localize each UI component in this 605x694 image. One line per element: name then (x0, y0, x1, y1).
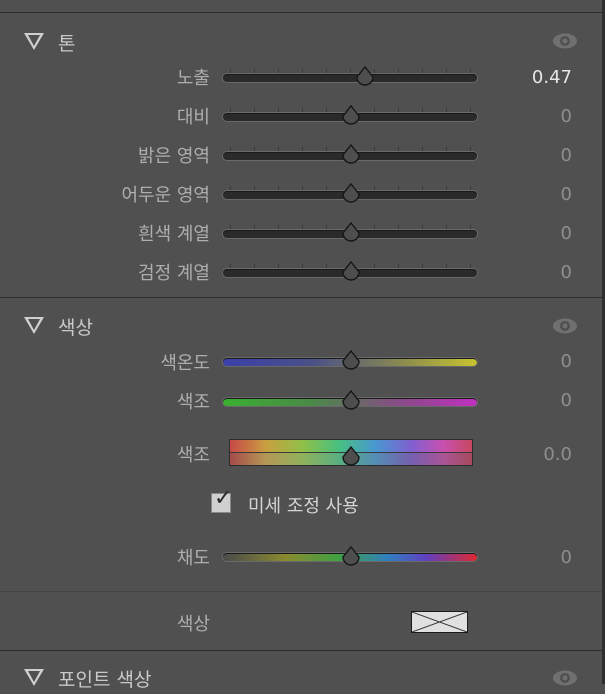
eye-icon[interactable] (552, 32, 578, 50)
slider-value[interactable]: 0.0 (492, 444, 572, 465)
slider-value[interactable]: 0 (492, 106, 572, 127)
slider-thumb-icon[interactable] (341, 350, 361, 372)
slider-value[interactable]: 0 (492, 145, 572, 166)
slider-label: 채도 (176, 548, 210, 569)
section-header-tone[interactable]: 톤 (0, 24, 602, 58)
slider-thumb-icon[interactable] (341, 105, 361, 127)
slider-value[interactable]: 0 (492, 390, 572, 411)
divider (0, 591, 602, 592)
triangle-down-icon[interactable] (24, 317, 44, 334)
eye-icon[interactable] (552, 669, 578, 687)
fine-adjust-label[interactable]: 미세 조정 사용 (248, 492, 359, 518)
divider (0, 297, 602, 298)
slider-label: 색조 (176, 392, 210, 413)
section-title-tone: 톤 (58, 33, 76, 55)
divider (0, 650, 602, 651)
section-header-point-color[interactable]: 포인트 색상 (0, 660, 602, 694)
slider-thumb-icon[interactable] (341, 144, 361, 166)
slider-value[interactable]: 0.47 (492, 67, 572, 88)
slider-label: 밝은 영역 (138, 146, 210, 167)
slider-value[interactable]: 0 (492, 351, 572, 372)
slider-track[interactable] (223, 74, 477, 82)
slider-label: 노출 (176, 68, 210, 89)
slider-thumb-icon[interactable] (341, 183, 361, 205)
slider-label: 검정 계열 (138, 263, 210, 284)
slider-label: 색조 (176, 445, 210, 466)
swatch-label: 색상 (176, 614, 210, 635)
slider-thumb-icon[interactable] (341, 390, 361, 412)
slider-label: 색온도 (160, 353, 210, 374)
slider-value[interactable]: 0 (492, 223, 572, 244)
slider-label: 흰색 계열 (138, 224, 210, 245)
develop-panel: 톤 노출 0.47 대비 0 밝은 영역 0 어두운 영역 0 흰색 계열 0 … (0, 0, 602, 691)
color-swatch[interactable] (411, 611, 468, 633)
section-header-color[interactable]: 색상 (0, 308, 602, 342)
slider-thumb-icon[interactable] (341, 546, 361, 568)
eye-icon[interactable] (552, 317, 578, 335)
fine-adjust-checkbox[interactable]: ✓ (211, 488, 232, 513)
no-color-icon (412, 612, 467, 632)
checkmark-icon: ✓ (214, 486, 233, 511)
section-title-color: 색상 (58, 317, 93, 339)
slider-thumb-icon[interactable] (355, 66, 375, 88)
triangle-down-icon[interactable] (24, 33, 44, 50)
slider-thumb-icon[interactable] (341, 261, 361, 283)
divider (0, 12, 602, 13)
slider-label: 대비 (176, 107, 210, 128)
triangle-down-icon[interactable] (24, 669, 44, 686)
slider-value[interactable]: 0 (492, 184, 572, 205)
slider-value[interactable]: 0 (492, 262, 572, 283)
section-title-point-color: 포인트 색상 (58, 669, 152, 691)
slider-thumb-icon[interactable] (341, 446, 361, 468)
slider-label: 어두운 영역 (121, 185, 210, 206)
slider-value[interactable]: 0 (492, 547, 572, 568)
slider-thumb-icon[interactable] (341, 222, 361, 244)
